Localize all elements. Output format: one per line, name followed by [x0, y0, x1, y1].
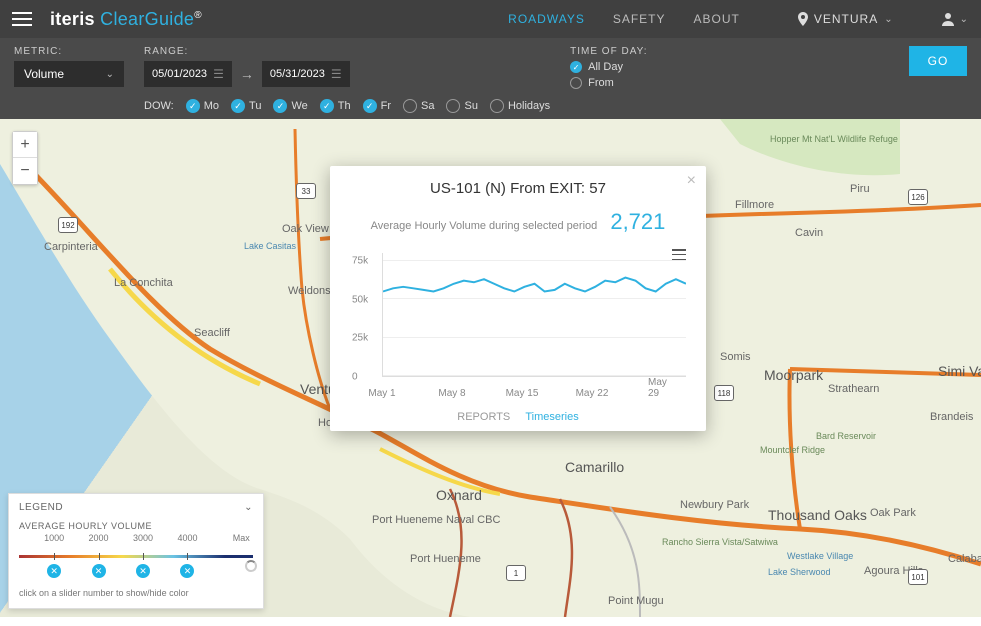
legend-title: LEGEND: [19, 502, 63, 513]
x-tick-label: May 8: [438, 388, 465, 399]
nav-about[interactable]: ABOUT: [694, 12, 740, 26]
x-tick-label: May 22: [576, 388, 609, 399]
legend-tick: Max: [233, 533, 250, 543]
route-shield: 192: [58, 217, 78, 233]
park-label: Bard Reservoir: [816, 431, 876, 441]
tab-reports[interactable]: REPORTS: [457, 411, 510, 423]
tod-label: TIME OF DAY:: [570, 46, 647, 57]
x-tick-label: May 29: [648, 377, 676, 399]
chevron-down-icon: ⌄: [960, 14, 969, 25]
route-shield: 118: [714, 385, 734, 401]
segment-popup: × US-101 (N) From EXIT: 57 Average Hourl…: [330, 166, 706, 431]
lake-label: Lake Sherwood: [768, 567, 831, 577]
arrow-right-icon: →: [240, 66, 254, 82]
lake-label: Westlake Village: [787, 551, 853, 561]
brand-logo: iteris ClearGuide®: [50, 9, 202, 30]
park-label: Mountclef Ridge: [760, 445, 825, 455]
route-shield: 101: [908, 569, 928, 585]
user-menu[interactable]: ⌄: [942, 12, 969, 26]
legend-tick[interactable]: 4000: [177, 533, 197, 543]
location-label: VENTURA: [814, 12, 878, 26]
loading-spinner-icon: [245, 560, 257, 572]
legend-metric: AVERAGE HOURLY VOLUME: [19, 521, 253, 531]
legend-toggle[interactable]: ✕: [47, 564, 61, 578]
location-selector[interactable]: VENTURA ⌄: [798, 12, 894, 26]
route-shield: 126: [908, 189, 928, 205]
dow-label: DOW:: [144, 100, 174, 112]
dow-su[interactable]: Su: [446, 99, 477, 113]
nav-roadways[interactable]: ROADWAYS: [508, 12, 585, 26]
legend-toggle[interactable]: ✕: [136, 564, 150, 578]
user-icon: [942, 12, 954, 26]
dow-we[interactable]: ✓We: [273, 99, 307, 113]
x-tick-label: May 15: [506, 388, 539, 399]
date-from[interactable]: 05/01/2023☰: [144, 61, 232, 87]
zoom-in-button[interactable]: +: [13, 132, 37, 158]
legend-hint: click on a slider number to show/hide co…: [19, 588, 253, 598]
metric-select[interactable]: Volume ⌄: [14, 61, 124, 87]
legend-toggle[interactable]: ✕: [180, 564, 194, 578]
chevron-down-icon: ⌄: [884, 14, 893, 25]
y-tick-label: 0: [352, 372, 358, 383]
close-icon[interactable]: ×: [687, 172, 696, 190]
legend-tick[interactable]: 3000: [133, 533, 153, 543]
popup-subtitle: Average Hourly Volume during selected pe…: [346, 209, 690, 235]
dow-holidays[interactable]: Holidays: [490, 99, 550, 113]
dow-tu[interactable]: ✓Tu: [231, 99, 261, 113]
tod-from[interactable]: From: [570, 77, 647, 89]
dow-sa[interactable]: Sa: [403, 99, 434, 113]
dow-fr[interactable]: ✓Fr: [363, 99, 391, 113]
menu-icon[interactable]: [12, 12, 32, 26]
date-to[interactable]: 05/31/2023☰: [262, 61, 350, 87]
chevron-down-icon: ⌄: [106, 69, 114, 80]
x-tick-label: May 1: [368, 388, 395, 399]
dow-mo[interactable]: ✓Mo: [186, 99, 219, 113]
tod-allday[interactable]: All Day: [570, 61, 647, 73]
zoom-control: + −: [12, 131, 38, 185]
range-label: RANGE:: [144, 46, 550, 57]
timeseries-chart: 025k50k75kMay 1May 8May 15May 22May 29: [346, 245, 690, 395]
route-shield: 33: [296, 183, 316, 199]
calendar-icon: ☰: [213, 67, 224, 81]
popup-value: 2,721: [610, 209, 665, 234]
y-tick-label: 50k: [352, 294, 368, 305]
park-label: Rancho Sierra Vista/Satwiwa: [662, 537, 778, 547]
tab-timeseries[interactable]: Timeseries: [525, 411, 578, 423]
chevron-down-icon[interactable]: ⌄: [244, 502, 253, 513]
legend-gradient[interactable]: [19, 555, 253, 558]
calendar-icon: ☰: [331, 67, 342, 81]
y-tick-label: 75k: [352, 255, 368, 266]
lake-label: Lake Casitas: [244, 241, 296, 251]
legend-tick[interactable]: 1000: [44, 533, 64, 543]
y-tick-label: 25k: [352, 333, 368, 344]
route-shield: 1: [506, 565, 526, 581]
park-label: Hopper Mt Nat'L Wildlife Refuge: [770, 134, 898, 144]
legend-panel: LEGEND ⌄ AVERAGE HOURLY VOLUME 1000 2000…: [8, 493, 264, 609]
popup-title: US-101 (N) From EXIT: 57: [346, 180, 690, 197]
legend-toggle[interactable]: ✕: [92, 564, 106, 578]
legend-tick[interactable]: 2000: [89, 533, 109, 543]
pin-icon: [798, 12, 808, 26]
map-canvas[interactable]: + − Carpinteria La Conchita Oak View Lak…: [0, 119, 981, 617]
zoom-out-button[interactable]: −: [13, 158, 37, 184]
go-button[interactable]: GO: [909, 46, 967, 76]
dow-th[interactable]: ✓Th: [320, 99, 351, 113]
metric-label: METRIC:: [14, 46, 124, 57]
nav-safety[interactable]: SAFETY: [613, 12, 666, 26]
